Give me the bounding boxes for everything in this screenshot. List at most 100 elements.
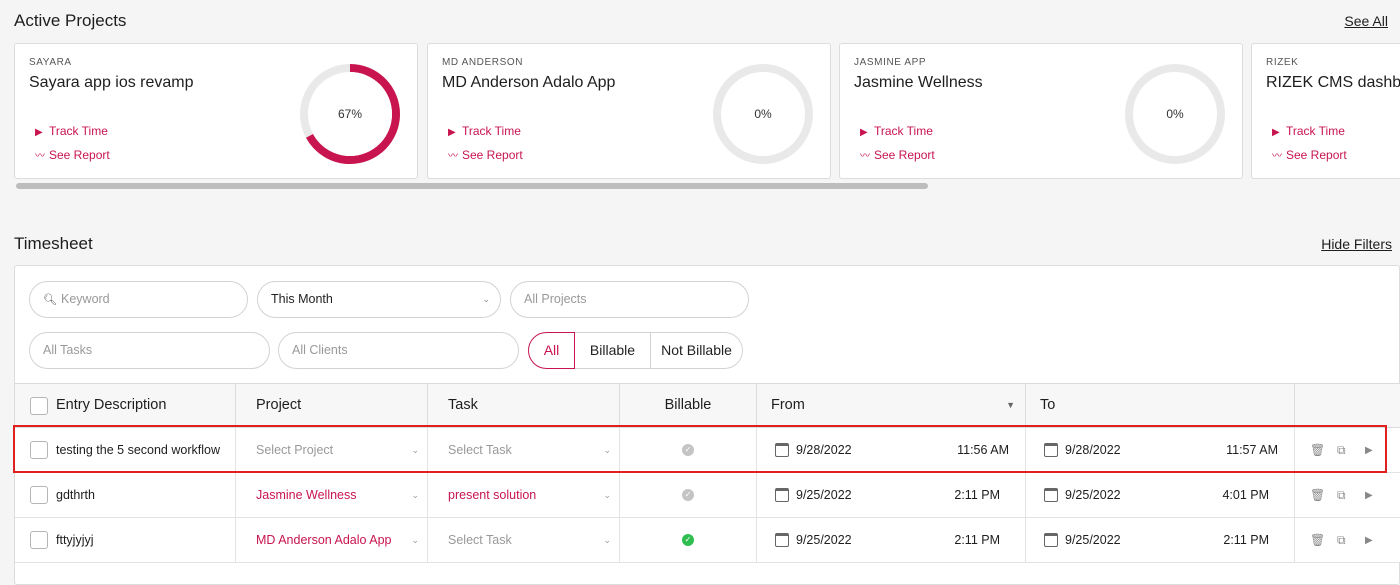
to-datetime[interactable]: 9/25/2022 4:01 PM: [1026, 473, 1295, 518]
billing-option-billable[interactable]: Billable: [575, 332, 651, 369]
to-date: 9/28/2022: [1065, 443, 1121, 457]
client-name: SAYARA: [29, 57, 72, 68]
row-actions: 🗑︎ ⧉ ▶: [1295, 473, 1400, 518]
billing-option-all[interactable]: All: [528, 332, 575, 369]
project-cards: SAYARA Sayara app ios revamp ▶ Track Time…: [14, 43, 1400, 180]
project-select[interactable]: Jasmine Wellness ⌄: [236, 473, 428, 518]
play-icon[interactable]: ▶: [1365, 473, 1373, 518]
billable-toggle[interactable]: ✓: [620, 473, 757, 518]
trend-icon: 〰: [860, 151, 870, 162]
project-card[interactable]: SAYARA Sayara app ios revamp ▶ Track Time…: [14, 43, 418, 179]
row-actions: 🗑︎ ⧉ ▶: [1295, 518, 1400, 563]
track-time-link[interactable]: ▶ Track Time: [448, 124, 521, 138]
check-circle-icon: ✓: [682, 489, 694, 501]
duplicate-icon[interactable]: ⧉: [1337, 518, 1346, 563]
track-time-link[interactable]: ▶ Track Time: [860, 124, 933, 138]
timesheet-title: Timesheet: [14, 234, 93, 253]
from-datetime[interactable]: 9/28/2022 11:56 AM: [757, 428, 1026, 473]
from-time: 11:56 AM: [957, 443, 1009, 457]
clients-filter-input[interactable]: All Clients: [278, 332, 519, 369]
trash-icon[interactable]: 🗑︎: [1310, 428, 1325, 473]
project-select[interactable]: Select Project ⌄: [236, 428, 428, 473]
client-name: MD ANDERSON: [442, 57, 524, 68]
progress-percent: 0%: [1166, 107, 1184, 121]
col-from[interactable]: From ▼: [757, 384, 1026, 427]
col-billable[interactable]: Billable: [620, 384, 757, 427]
scrollbar-thumb[interactable]: [16, 183, 928, 189]
trend-icon: 〰: [448, 151, 458, 162]
col-project[interactable]: Project: [236, 384, 428, 427]
track-time-link[interactable]: ▶ Track Time: [35, 124, 108, 138]
billable-toggle[interactable]: ✓: [620, 518, 757, 563]
entry-description[interactable]: gdthrth: [15, 473, 236, 518]
chevron-down-icon: ⌄: [411, 445, 419, 455]
col-task[interactable]: Task: [428, 384, 620, 427]
to-time: 2:11 PM: [1223, 533, 1269, 547]
table-row[interactable]: gdthrth Jasmine Wellness ⌄ present soluti…: [15, 473, 1400, 518]
project-card[interactable]: JASMINE APP Jasmine Wellness ▶ Track Time…: [839, 43, 1243, 179]
project-name: Sayara app ios revamp: [29, 74, 194, 91]
calendar-icon: [775, 443, 789, 457]
task-select[interactable]: Select Task ⌄: [428, 428, 620, 473]
progress-ring: 0%: [1121, 60, 1229, 168]
col-entry-description: Entry Description: [15, 384, 236, 427]
duplicate-icon[interactable]: ⧉: [1337, 473, 1346, 518]
trend-icon: 〰: [1272, 151, 1282, 162]
from-datetime[interactable]: 9/25/2022 2:11 PM: [757, 473, 1026, 518]
calendar-icon: [1044, 488, 1058, 502]
chevron-down-icon: ⌄: [482, 294, 490, 304]
to-datetime[interactable]: 9/25/2022 2:11 PM: [1026, 518, 1295, 563]
keyword-search-input[interactable]: 🔍︎ Keyword: [29, 281, 248, 318]
from-time: 2:11 PM: [954, 488, 1000, 502]
task-select[interactable]: Select Task ⌄: [428, 518, 620, 563]
timesheet-panel: 🔍︎ Keyword This Month ⌄ All Projects All T…: [14, 265, 1400, 585]
client-name: JASMINE APP: [854, 57, 927, 68]
from-datetime[interactable]: 9/25/2022 2:11 PM: [757, 518, 1026, 563]
check-circle-icon: ✓: [682, 444, 694, 456]
chevron-down-icon: ⌄: [603, 535, 611, 545]
track-time-link[interactable]: ▶ Track Time: [1272, 124, 1345, 138]
play-icon: ▶: [448, 127, 456, 138]
to-datetime[interactable]: 9/28/2022 11:57 AM: [1026, 428, 1295, 473]
chevron-down-icon: ⌄: [603, 445, 611, 455]
client-name: RIZEK: [1266, 57, 1299, 68]
progress-ring: 67%: [296, 60, 404, 168]
duplicate-icon[interactable]: ⧉: [1337, 428, 1346, 473]
calendar-icon: [775, 533, 789, 547]
project-card[interactable]: MD ANDERSON MD Anderson Adalo App ▶ Track…: [427, 43, 831, 179]
check-circle-icon: ✓: [682, 534, 694, 546]
hide-filters-link[interactable]: Hide Filters: [1321, 236, 1392, 252]
projects-filter-input[interactable]: All Projects: [510, 281, 749, 318]
trash-icon[interactable]: 🗑︎: [1310, 473, 1325, 518]
from-date: 9/28/2022: [796, 443, 852, 457]
progress-percent: 0%: [754, 107, 772, 121]
project-select[interactable]: MD Anderson Adalo App ⌄: [236, 518, 428, 563]
play-icon[interactable]: ▶: [1365, 518, 1373, 563]
see-report-link[interactable]: 〰 See Report: [860, 147, 935, 162]
billing-option-not-billable[interactable]: Not Billable: [651, 332, 743, 369]
tasks-filter-input[interactable]: All Tasks: [29, 332, 270, 369]
see-report-link[interactable]: 〰 See Report: [1272, 147, 1347, 162]
play-icon[interactable]: ▶: [1365, 428, 1373, 473]
period-select[interactable]: This Month ⌄: [257, 281, 501, 318]
sort-desc-icon: ▼: [1006, 400, 1015, 410]
table-row[interactable]: testing the 5 second workflow Select Pro…: [15, 428, 1400, 473]
entry-description[interactable]: fttyjyjyj: [15, 518, 236, 563]
project-card[interactable]: RIZEK RIZEK CMS dashb ▶ Track Time 〰 See R…: [1251, 43, 1400, 179]
see-all-link[interactable]: See All: [1344, 13, 1388, 29]
search-icon: 🔍︎: [43, 294, 57, 306]
col-actions: [1295, 384, 1400, 427]
trash-icon[interactable]: 🗑︎: [1310, 518, 1325, 563]
cards-scrollbar[interactable]: [14, 182, 1400, 190]
task-select[interactable]: present solution ⌄: [428, 473, 620, 518]
table-row[interactable]: fttyjyjyj MD Anderson Adalo App ⌄ Select …: [15, 518, 1400, 563]
col-to[interactable]: To: [1026, 384, 1295, 427]
to-date: 9/25/2022: [1065, 488, 1121, 502]
billable-toggle[interactable]: ✓: [620, 428, 757, 473]
see-report-link[interactable]: 〰 See Report: [35, 147, 110, 162]
see-report-link[interactable]: 〰 See Report: [448, 147, 523, 162]
entry-description[interactable]: testing the 5 second workflow: [15, 428, 236, 473]
table-header: Entry Description Project Task Billable …: [15, 383, 1400, 428]
to-date: 9/25/2022: [1065, 533, 1121, 547]
chevron-down-icon: ⌄: [411, 535, 419, 545]
